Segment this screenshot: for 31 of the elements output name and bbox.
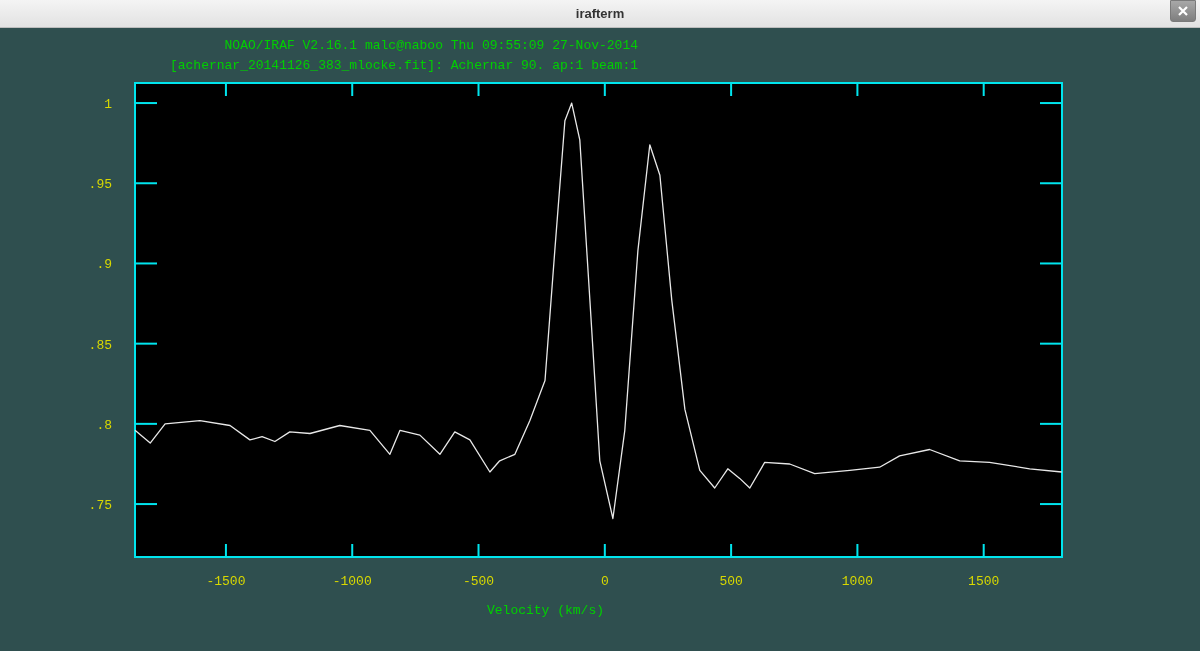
x-tick-label: 0	[600, 574, 609, 589]
y-tick-mark	[1039, 102, 1063, 105]
plot-header-text: NOAO/IRAF V2.16.1 malc@naboo Thu 09:55:09 27-Nov-2014	[224, 38, 638, 53]
y-tick-label: .8	[96, 417, 112, 433]
y-tick-label: .75	[88, 498, 112, 514]
y-tick-label: 1	[104, 97, 112, 113]
x-axis-label: Velocity (km/s)	[487, 603, 604, 618]
y-tick-mark	[1039, 422, 1063, 425]
y-tick-mark	[1039, 262, 1063, 265]
y-tick-mark	[134, 182, 158, 185]
y-tick-mark	[134, 503, 158, 506]
y-tick-mark	[1039, 503, 1063, 506]
y-tick-mark	[1039, 182, 1063, 185]
x-tick-label: -1000	[332, 574, 372, 589]
close-icon	[1178, 6, 1188, 16]
y-tick-mark	[134, 342, 158, 345]
close-button[interactable]	[1170, 0, 1196, 22]
y-tick-label: .85	[88, 337, 112, 353]
x-tick-label: 1000	[841, 574, 873, 589]
y-tick-mark	[134, 262, 158, 265]
x-tick-label: -1500	[206, 574, 246, 589]
y-tick-label: .95	[88, 177, 112, 193]
plot-header-text: [achernar_20141126_383_mlocke.fit]: Achernar 90. ap:1 beam:1	[169, 58, 638, 73]
y-tick-mark	[134, 422, 158, 425]
x-tick-label: 1500	[968, 574, 1000, 589]
x-tick-label: -500	[462, 574, 495, 589]
x-tick-label: 500	[719, 574, 743, 589]
y-tick-mark	[134, 102, 158, 105]
y-tick-label: .9	[96, 257, 112, 273]
y-tick-mark	[1039, 342, 1063, 345]
window-title: irafterm	[575, 6, 625, 21]
